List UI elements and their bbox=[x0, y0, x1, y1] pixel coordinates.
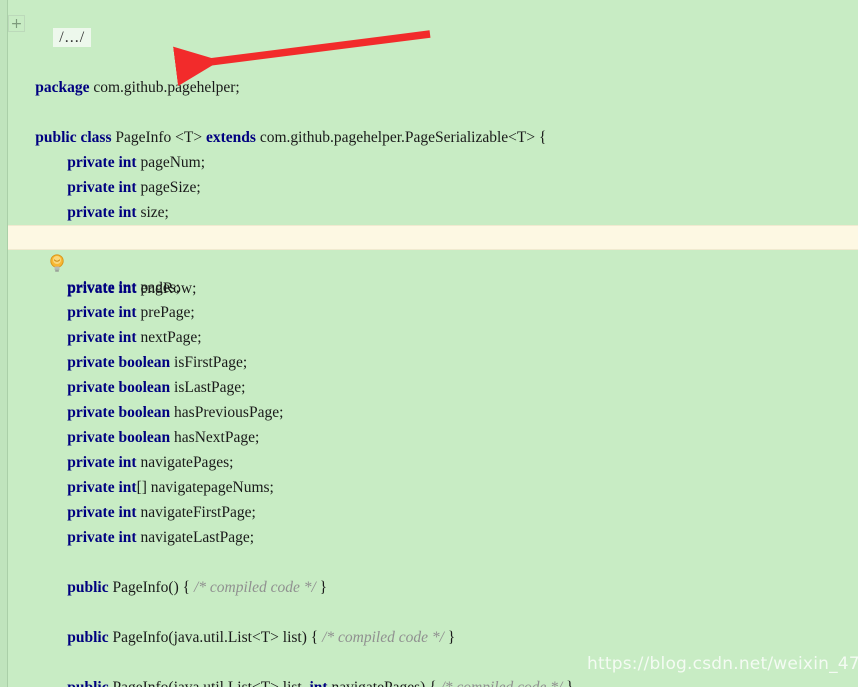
code-line-field-pageSize[interactable]: private int pageSize; bbox=[0, 150, 858, 196]
compiled-code-comment: /* compiled code */ bbox=[440, 679, 562, 687]
code-line-constructor-default[interactable]: public PageInfo() { /* compiled code */ … bbox=[0, 550, 858, 596]
editor-gutter bbox=[0, 0, 8, 687]
code-line-field-navigatepageNums[interactable]: private int[] navigatepageNums; bbox=[0, 450, 858, 496]
code-line-field-endRow[interactable]: private int endRow; bbox=[0, 225, 858, 297]
code-line-folded-comment[interactable]: /.../ bbox=[0, 0, 858, 47]
intention-lightbulb-icon[interactable] bbox=[18, 229, 64, 272]
code-line-field-pageNum[interactable]: private int pageNum; bbox=[0, 125, 858, 171]
constructor-body-end: } bbox=[562, 679, 573, 687]
code-line-field-startRow[interactable]: private int startRow; bbox=[0, 200, 858, 246]
code-line-field-size[interactable]: private int size; bbox=[0, 175, 858, 221]
code-line-field-navigatePages[interactable]: private int navigatePages; bbox=[0, 425, 858, 471]
keyword-public: public bbox=[67, 679, 108, 687]
constructor-signature-cont: navigatePages) { bbox=[328, 679, 441, 687]
code-line-field-isLastPage[interactable]: private boolean isLastPage; bbox=[0, 350, 858, 396]
constructor-signature: PageInfo(java.util.List<T> list, bbox=[109, 679, 310, 687]
code-line-field-prePage[interactable]: private int prePage; bbox=[0, 275, 858, 321]
code-line-field-pages[interactable]: private int pages; bbox=[0, 250, 858, 296]
code-line-field-isFirstPage[interactable]: private boolean isFirstPage; bbox=[0, 325, 858, 371]
code-line-constructor-list[interactable]: public PageInfo(java.util.List<T> list) … bbox=[0, 600, 858, 646]
code-line-field-hasNextPage[interactable]: private boolean hasNextPage; bbox=[0, 400, 858, 446]
code-line-package[interactable]: package com.github.pagehelper; bbox=[0, 50, 858, 96]
fold-expand-label: + bbox=[10, 15, 23, 32]
code-line-field-navigateLastPage[interactable]: private int navigateLastPage; bbox=[0, 500, 858, 546]
fold-expand-icon[interactable]: + bbox=[8, 15, 25, 32]
keyword-int: int bbox=[309, 679, 327, 687]
code-line-class-declaration[interactable]: public class PageInfo <T> extends com.gi… bbox=[0, 100, 858, 146]
code-lines-container[interactable]: /.../ package com.github.pagehelper; pub… bbox=[0, 0, 858, 687]
code-line-field-navigateFirstPage[interactable]: private int navigateFirstPage; bbox=[0, 475, 858, 521]
code-editor-pane[interactable]: + /.../ package com.github.pagehelper; p… bbox=[0, 0, 858, 687]
watermark-text: https://blog.csdn.net/weixin_47679150 bbox=[587, 654, 858, 674]
code-line-field-hasPreviousPage[interactable]: private boolean hasPreviousPage; bbox=[0, 375, 858, 421]
code-line-field-nextPage[interactable]: private int nextPage; bbox=[0, 300, 858, 346]
